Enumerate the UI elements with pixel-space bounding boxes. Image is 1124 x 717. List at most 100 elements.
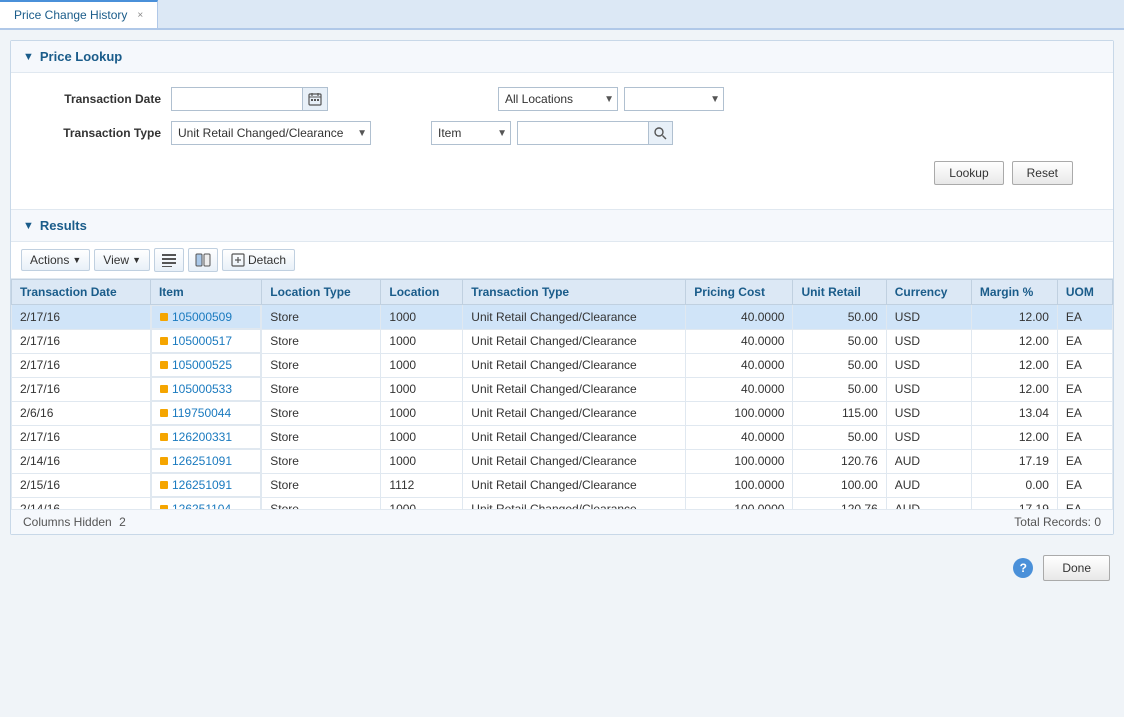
cell-item: 126251091 [151, 473, 261, 497]
cell-pricing-cost: 100.0000 [686, 473, 793, 497]
location-select[interactable]: All Locations Store Warehouse [498, 87, 618, 111]
table-row[interactable]: 2/17/16105000533Store1000Unit Retail Cha… [12, 377, 1113, 401]
col-header-unit-retail[interactable]: Unit Retail [793, 280, 886, 305]
item-link[interactable]: 105000533 [172, 382, 232, 396]
table-row[interactable]: 2/17/16105000509Store1000Unit Retail Cha… [12, 305, 1113, 330]
cell-date: 2/17/16 [12, 305, 151, 330]
tab-close-icon[interactable]: × [137, 10, 143, 21]
cell-margin: 12.00 [971, 329, 1057, 353]
table-row[interactable]: 2/17/16 105000525 Store1000Unit Retail Cha… [12, 353, 1113, 377]
col-header-date[interactable]: Transaction Date [12, 280, 151, 305]
col-header-location[interactable]: Location [381, 280, 463, 305]
item-link[interactable]: 126251091 [172, 454, 232, 468]
cell-trans-type: Unit Retail Changed/Clearance [463, 401, 686, 425]
cell-item: 105000533 [151, 377, 261, 401]
cell-location: 1000 [381, 425, 463, 449]
cell-loc-type: Store [262, 329, 381, 353]
cell-trans-type: Unit Retail Changed/Clearance [463, 473, 686, 497]
detach-button[interactable]: Detach [222, 249, 295, 271]
cell-pricing-cost: 100.0000 [686, 449, 793, 473]
cell-date: 2/17/16 [12, 377, 151, 401]
cell-item: 126251091 [151, 449, 261, 473]
col-header-trans-type[interactable]: Transaction Type [463, 280, 686, 305]
cell-margin: 17.19 [971, 449, 1057, 473]
view-button[interactable]: View ▼ [94, 249, 150, 271]
cell-pricing-cost: 100.0000 [686, 401, 793, 425]
cell-currency: AUD [886, 449, 971, 473]
results-collapse-icon[interactable]: ▼ [23, 220, 34, 232]
help-icon[interactable]: ? [1013, 558, 1033, 578]
cell-currency: USD [886, 377, 971, 401]
col-header-pricing-cost[interactable]: Pricing Cost [686, 280, 793, 305]
col-header-item[interactable]: Item [150, 280, 261, 305]
columns-hidden-count: 2 [119, 515, 126, 529]
cell-pricing-cost: 40.0000 [686, 377, 793, 401]
cell-trans-type: Unit Retail Changed/Clearance [463, 449, 686, 473]
item-dot-icon [160, 385, 168, 393]
cell-loc-type: Store [262, 353, 381, 377]
transaction-date-input[interactable] [172, 90, 302, 108]
cell-unit-retail: 115.00 [793, 401, 886, 425]
location-sub-select[interactable] [624, 87, 724, 111]
reset-button[interactable]: Reset [1012, 161, 1073, 185]
table-row[interactable]: 2/6/16119750044Store1000Unit Retail Chan… [12, 401, 1113, 425]
cell-unit-retail: 120.76 [793, 449, 886, 473]
cell-loc-type: Store [262, 401, 381, 425]
item-link[interactable]: 126251104 [172, 502, 231, 509]
col-header-margin[interactable]: Margin % [971, 280, 1057, 305]
edit-rows-button[interactable] [154, 248, 184, 272]
transaction-date-input-wrapper [171, 87, 328, 111]
table-row[interactable]: 2/17/16126200331Store1000Unit Retail Cha… [12, 425, 1113, 449]
cell-date: 2/17/16 [12, 353, 151, 377]
footer-bar: Columns Hidden 2 Total Records: 0 [11, 509, 1113, 534]
item-link[interactable]: 126200331 [172, 430, 232, 444]
col-header-loc-type[interactable]: Location Type [262, 280, 381, 305]
table-row[interactable]: 2/15/16126251091Store1112Unit Retail Cha… [12, 473, 1113, 497]
item-dot-icon [160, 481, 168, 489]
help-icon-label: ? [1020, 561, 1027, 575]
cell-location: 1000 [381, 497, 463, 509]
lookup-button[interactable]: Lookup [934, 161, 1003, 185]
item-link[interactable]: 119750044 [172, 406, 231, 420]
cell-uom: EA [1057, 401, 1112, 425]
cell-date: 2/15/16 [12, 473, 151, 497]
calendar-icon-btn[interactable] [302, 88, 327, 110]
cell-unit-retail: 50.00 [793, 425, 886, 449]
price-change-history-tab[interactable]: Price Change History × [0, 0, 158, 28]
cell-trans-type: Unit Retail Changed/Clearance [463, 377, 686, 401]
item-search-input[interactable] [518, 124, 648, 142]
cell-location: 1000 [381, 353, 463, 377]
cell-pricing-cost: 40.0000 [686, 353, 793, 377]
cell-margin: 13.04 [971, 401, 1057, 425]
cell-uom: EA [1057, 305, 1112, 330]
item-dot-icon [160, 505, 168, 509]
done-button[interactable]: Done [1043, 555, 1110, 581]
total-records-value: 0 [1094, 515, 1101, 529]
transaction-type-select[interactable]: Unit Retail Changed/Clearance Price Chan… [171, 121, 371, 145]
item-link[interactable]: 105000517 [172, 334, 232, 348]
col-header-currency[interactable]: Currency [886, 280, 971, 305]
columns-hidden-info: Columns Hidden 2 [23, 515, 126, 529]
main-content: ▼ Price Lookup Transaction Date [10, 40, 1114, 535]
cell-unit-retail: 50.00 [793, 353, 886, 377]
item-search-icon-btn[interactable] [648, 122, 672, 144]
cell-unit-retail: 50.00 [793, 377, 886, 401]
results-table: Transaction Date Item Location Type Loca… [11, 279, 1113, 509]
actions-button[interactable]: Actions ▼ [21, 249, 90, 271]
item-type-select[interactable]: Item Item Group [431, 121, 511, 145]
item-link[interactable]: 105000509 [172, 310, 232, 324]
freeze-columns-button[interactable] [188, 248, 218, 272]
cell-pricing-cost: 40.0000 [686, 305, 793, 330]
cell-location: 1000 [381, 377, 463, 401]
price-lookup-title: Price Lookup [40, 49, 122, 64]
table-row[interactable]: 2/14/16126251104Store1000Unit Retail Cha… [12, 497, 1113, 509]
collapse-icon[interactable]: ▼ [23, 51, 34, 63]
table-row[interactable]: 2/17/16105000517Store1000Unit Retail Cha… [12, 329, 1113, 353]
table-row[interactable]: 2/14/16126251091Store1000Unit Retail Cha… [12, 449, 1113, 473]
cell-margin: 17.19 [971, 497, 1057, 509]
col-header-uom[interactable]: UOM [1057, 280, 1112, 305]
bottom-bar: ? Done [0, 545, 1124, 591]
cell-trans-type: Unit Retail Changed/Clearance [463, 353, 686, 377]
item-link[interactable]: 105000525 [172, 358, 232, 372]
item-link[interactable]: 126251091 [172, 478, 232, 492]
